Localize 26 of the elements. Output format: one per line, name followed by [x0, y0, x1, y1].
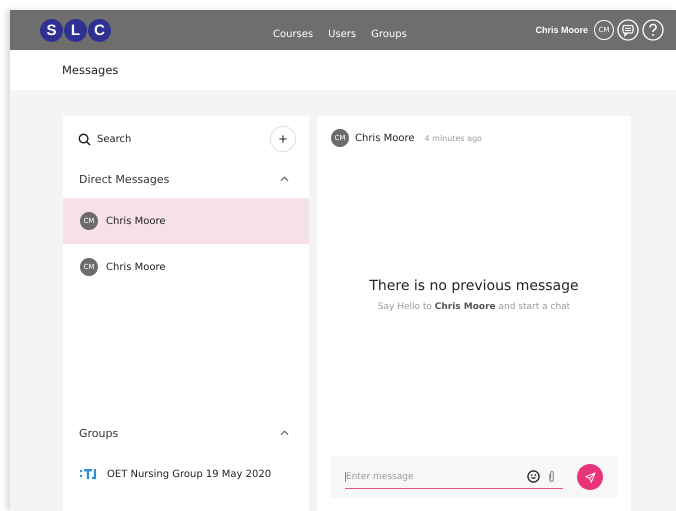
chat-icon[interactable]	[617, 19, 639, 41]
conversation-item[interactable]: OET Nursing Group 19 May 2020	[63, 453, 309, 511]
page-title: Messages	[62, 63, 118, 77]
empty-state-title: There is no previous message	[369, 278, 579, 294]
nav-link[interactable]: Groups	[371, 28, 407, 40]
search-icon	[78, 132, 91, 146]
nav-link[interactable]: Courses	[273, 28, 314, 40]
group-logo-icon	[79, 467, 99, 481]
send-icon	[584, 472, 596, 482]
attachment-icon[interactable]	[548, 470, 555, 483]
message-field[interactable]: Enter message	[345, 472, 519, 482]
nav-link[interactable]: Users	[328, 28, 356, 40]
logo[interactable]: S L C	[40, 18, 111, 42]
new-chat-button[interactable]: +	[270, 126, 296, 152]
emoji-icon[interactable]	[527, 470, 540, 483]
timestamp: 4 minutes ago	[424, 134, 482, 142]
user-name: Chris Moore	[535, 25, 588, 35]
help-icon[interactable]	[642, 19, 664, 41]
search-field[interactable]: Search	[97, 134, 217, 144]
section-title: Direct Messages	[79, 172, 170, 186]
send-button[interactable]	[577, 464, 603, 490]
chevron-icon[interactable]	[280, 176, 289, 182]
chevron-icon[interactable]	[280, 430, 289, 436]
empty-state-hint: Say Hello to Chris Moore and start a chat	[378, 302, 570, 312]
contact-name: Chris Moore	[355, 132, 415, 144]
section-title: Groups	[79, 426, 118, 440]
